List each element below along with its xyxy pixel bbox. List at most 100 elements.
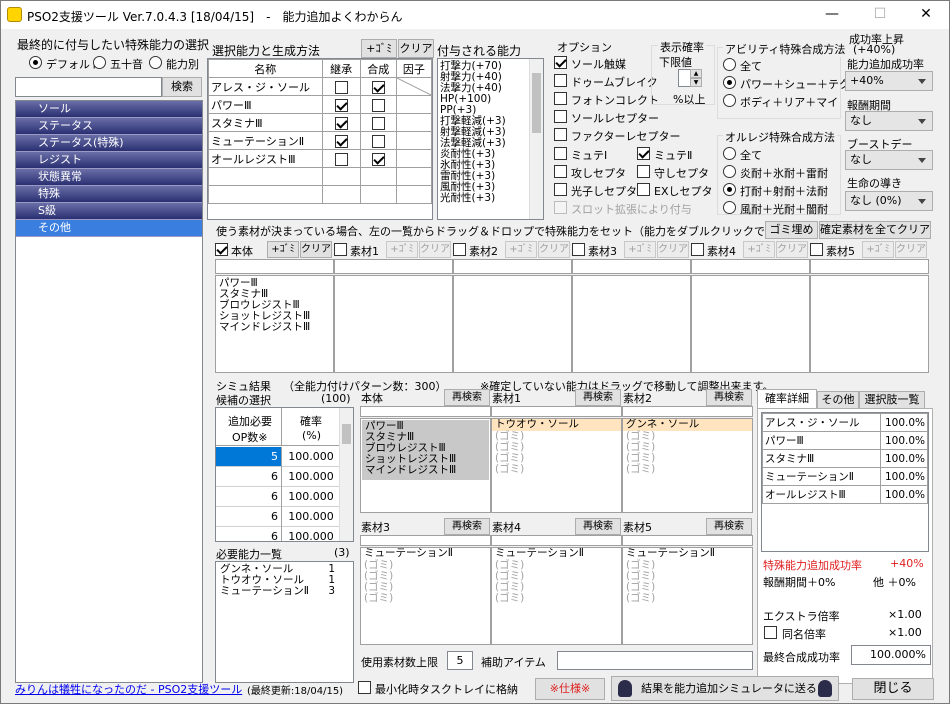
material-add-trash-button[interactable]: +ｺﾞﾐ	[505, 241, 537, 258]
selection-row[interactable]: スタミナⅢ	[208, 113, 433, 132]
material-add-trash-button[interactable]: +ｺﾞﾐ	[862, 241, 894, 258]
tab-rate-detail[interactable]: 確率詳細	[757, 389, 817, 409]
compose-checkbox[interactable]	[371, 116, 385, 130]
aux-item-input[interactable]	[557, 651, 753, 670]
selection-clear-button[interactable]: クリア	[398, 39, 434, 58]
sim-item[interactable]: マインドレジストⅢ	[365, 465, 486, 476]
sim-slot-pane[interactable]: ミューテーションⅡ (ゴミ) (ゴミ) (ゴミ) (ゴミ)	[491, 547, 622, 645]
material-clear-button[interactable]: クリア	[657, 241, 689, 258]
material-add-trash-button[interactable]: +ｺﾞﾐ	[386, 241, 418, 258]
selection-row[interactable]: アレス・ジ・ソール	[208, 77, 433, 96]
material-clear-button[interactable]: クリア	[300, 241, 332, 258]
tab-other[interactable]: その他	[817, 391, 859, 409]
granted-scroll-thumb[interactable]	[532, 73, 541, 133]
research-button[interactable]: 再検索	[706, 389, 752, 406]
category-item[interactable]: 状態異常	[16, 169, 202, 186]
category-item[interactable]: レジスト	[16, 152, 202, 169]
category-item[interactable]: 特殊	[16, 186, 202, 203]
ability-method-radio[interactable]	[723, 76, 736, 89]
research-button[interactable]: 再検索	[444, 389, 490, 406]
mat-limit-input[interactable]: 5	[447, 651, 473, 670]
material-clear-button[interactable]: クリア	[776, 241, 808, 258]
material-pane[interactable]	[572, 275, 691, 373]
inherit-checkbox[interactable]	[334, 134, 348, 148]
material-checkbox[interactable]	[453, 243, 466, 256]
ability-method-radio[interactable]	[723, 94, 736, 107]
resist-method-radio[interactable]	[723, 147, 736, 160]
resist-method-radio[interactable]	[723, 183, 736, 196]
spin-down-icon[interactable]: ▼	[690, 78, 702, 87]
inherit-checkbox[interactable]	[334, 116, 348, 130]
material-item[interactable]: マインドレジストⅢ	[219, 322, 330, 333]
footer-link[interactable]: みりんは犠牲になったのだ - PSO2支援ツール	[15, 681, 242, 697]
spin-up-icon[interactable]: ▲	[690, 69, 702, 78]
option-checkbox[interactable]	[637, 183, 650, 196]
candidate-row[interactable]: 6 100.000	[216, 527, 340, 541]
minimize-button[interactable]: —	[809, 1, 855, 29]
mode-kana-radio[interactable]	[93, 56, 106, 69]
inherit-checkbox[interactable]	[334, 98, 348, 112]
compose-checkbox[interactable]	[371, 152, 385, 166]
option-checkbox[interactable]	[554, 165, 567, 178]
sim-trash-item[interactable]: (ゴミ)	[361, 593, 490, 604]
material-checkbox[interactable]	[691, 243, 704, 256]
factor-cell[interactable]	[395, 77, 433, 96]
selection-row[interactable]: オールレジストⅢ	[208, 149, 433, 168]
ability-method-radio[interactable]	[723, 58, 736, 71]
candidates-scroll-thumb[interactable]	[342, 424, 351, 444]
spec-button[interactable]: ※仕様※	[535, 678, 605, 700]
selection-add-trash-button[interactable]: +ｺﾞﾐ	[361, 39, 397, 58]
sim-trash-item[interactable]: (ゴミ)	[492, 464, 621, 475]
material-pane[interactable]	[691, 275, 810, 373]
option-checkbox[interactable]	[637, 147, 650, 160]
same-name-checkbox[interactable]	[764, 626, 777, 639]
category-item[interactable]: S級	[16, 203, 202, 220]
sim-slot-pane[interactable]: グンネ・ソール (ゴミ) (ゴミ) (ゴミ) (ゴミ)	[622, 418, 753, 513]
option-checkbox[interactable]	[554, 74, 567, 87]
option-checkbox[interactable]	[554, 147, 567, 160]
category-item[interactable]: ソール	[16, 101, 202, 118]
factor-cell[interactable]	[395, 149, 433, 168]
search-button[interactable]: 検索	[162, 77, 202, 97]
close-window-button[interactable]: ✕	[903, 1, 949, 29]
material-pane[interactable]	[810, 275, 929, 373]
boost-select[interactable]: なし	[845, 150, 933, 170]
material-add-trash-button[interactable]: +ｺﾞﾐ	[624, 241, 656, 258]
sim-slot-pane[interactable]: パワーⅢ スタミナⅢ ブロウレジストⅢ ショットレジストⅢ マインドレジストⅢ	[360, 418, 491, 513]
inherit-checkbox[interactable]	[334, 152, 348, 166]
selection-row[interactable]: ミューテーションⅡ	[208, 131, 433, 150]
option-checkbox[interactable]	[554, 56, 567, 69]
trash-fill-button[interactable]: ゴミ埋め	[765, 221, 818, 239]
material-checkbox[interactable]	[215, 243, 228, 256]
material-pane[interactable]	[453, 275, 572, 373]
sim-slot-pane[interactable]: ミューテーションⅡ (ゴミ) (ゴミ) (ゴミ) (ゴミ)	[622, 547, 753, 645]
candidate-row[interactable]: 6 100.000	[216, 487, 340, 507]
granted-scrollbar[interactable]	[529, 59, 543, 219]
factor-cell[interactable]	[395, 95, 433, 114]
material-pane[interactable]: パワーⅢ スタミナⅢ ブロウレジストⅢ ショットレジストⅢ マインドレジストⅢ	[215, 275, 334, 373]
maximize-button[interactable]: ☐	[857, 1, 903, 29]
factor-cell[interactable]	[395, 131, 433, 150]
compose-checkbox[interactable]	[371, 134, 385, 148]
candidate-row[interactable]: 5 100.000	[216, 447, 340, 467]
compose-checkbox[interactable]	[371, 98, 385, 112]
factor-cell[interactable]	[395, 113, 433, 132]
material-checkbox[interactable]	[572, 243, 585, 256]
category-item[interactable]: ステータス(特殊)	[16, 135, 202, 152]
material-pane[interactable]	[334, 275, 453, 373]
option-checkbox[interactable]	[554, 183, 567, 196]
research-button[interactable]: 再検索	[575, 389, 621, 406]
option-checkbox[interactable]	[554, 110, 567, 123]
inherit-checkbox[interactable]	[334, 80, 348, 94]
material-clear-button[interactable]: クリア	[538, 241, 570, 258]
material-clear-button[interactable]: クリア	[419, 241, 451, 258]
material-checkbox[interactable]	[810, 243, 823, 256]
clear-all-materials-button[interactable]: 確定素材を全てクリア	[819, 221, 931, 239]
sim-slot-pane[interactable]: トウオウ・ソール (ゴミ) (ゴミ) (ゴミ) (ゴミ)	[491, 418, 622, 513]
option-checkbox[interactable]	[637, 165, 650, 178]
search-input[interactable]	[15, 77, 162, 97]
material-add-trash-button[interactable]: +ｺﾞﾐ	[267, 241, 299, 258]
research-button[interactable]: 再検索	[444, 518, 490, 535]
category-item[interactable]: その他	[16, 220, 202, 237]
resist-method-radio[interactable]	[723, 165, 736, 178]
